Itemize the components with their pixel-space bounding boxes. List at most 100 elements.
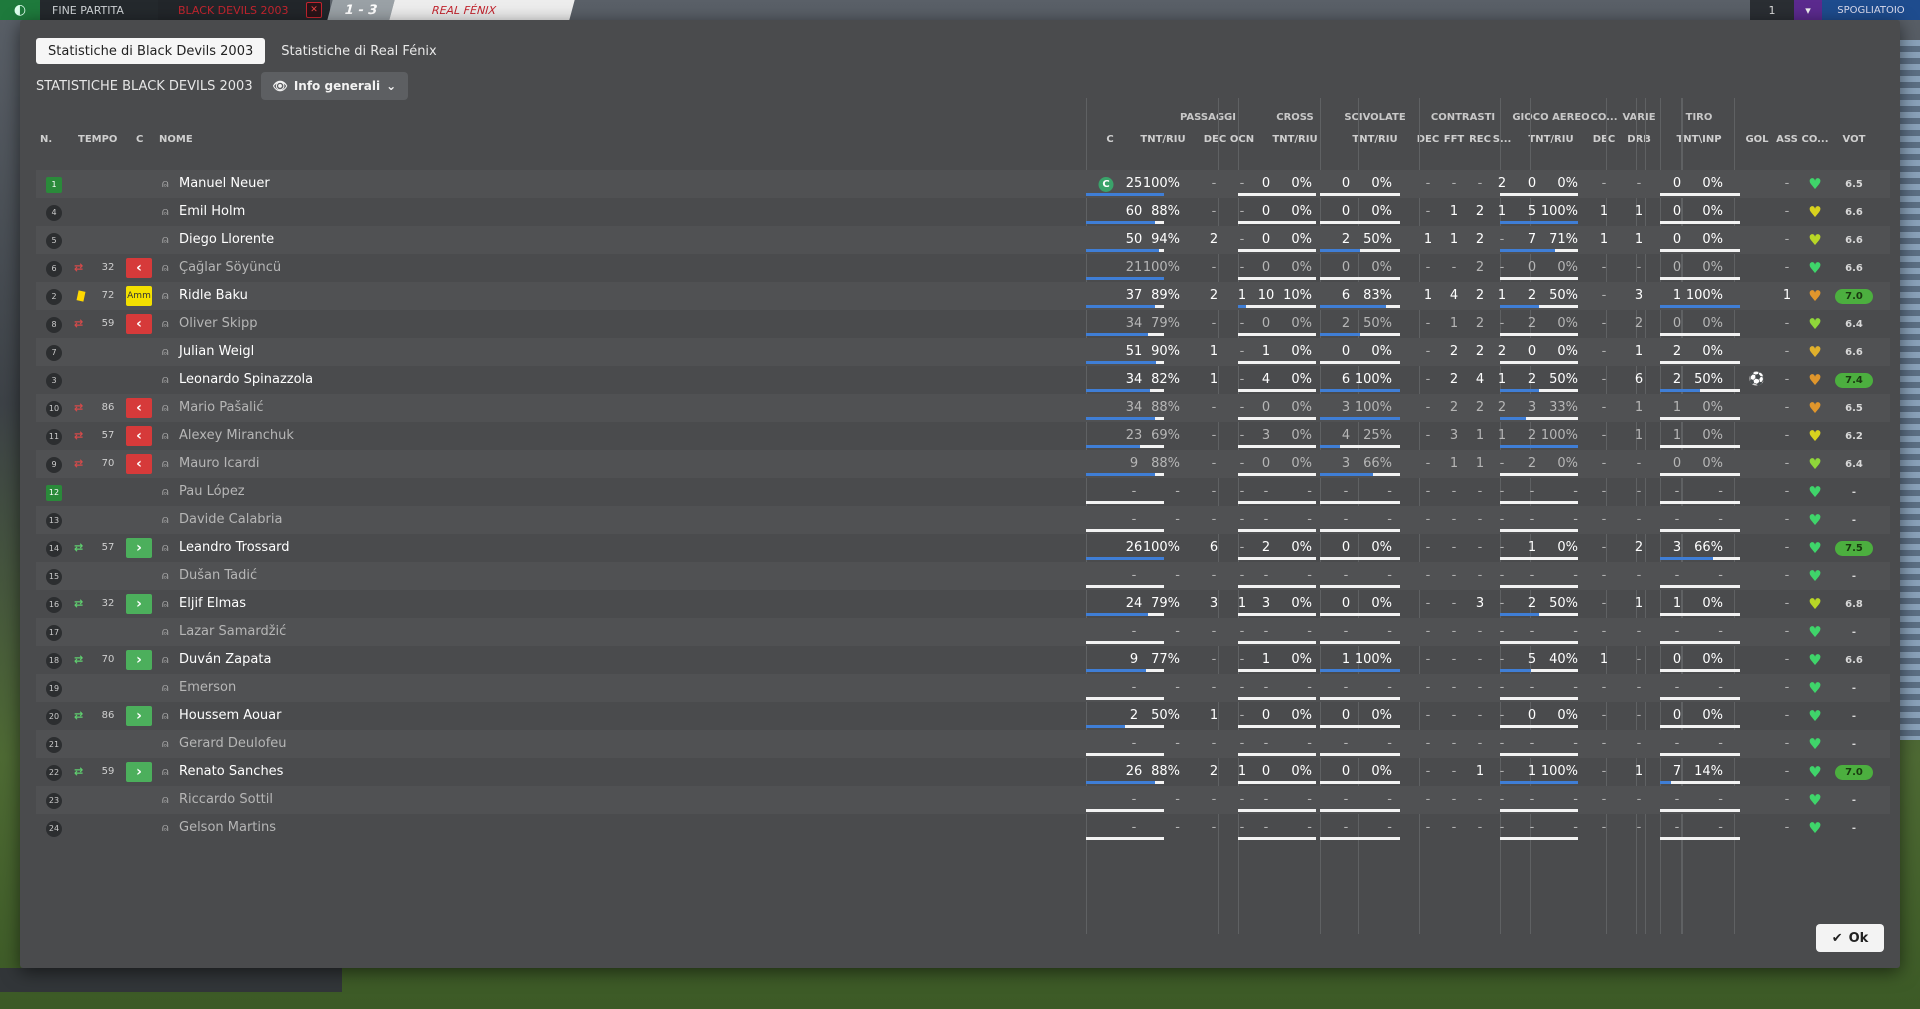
player-name[interactable]: Dušan Tadić <box>179 562 257 590</box>
player-name[interactable]: Emil Holm <box>179 198 245 226</box>
player-name[interactable]: Mauro Icardi <box>179 450 260 478</box>
player-name[interactable]: Leonardo Spinazzola <box>179 366 313 394</box>
player-name[interactable]: Eljif Elmas <box>179 590 246 618</box>
col-pass-tnt[interactable]: TNT/RIU <box>1140 134 1185 152</box>
tab-away-stats[interactable]: Statistiche di Real Fénix <box>269 38 449 64</box>
table-row[interactable]: 22 ⇄ 59 › ⍝ Renato Sanches 26 88% 2 1 0 0% 0 0% - -1-1 1… <box>36 758 1890 786</box>
player-name[interactable]: Leandro Trossard <box>179 534 290 562</box>
table-row[interactable]: 18 ⇄ 70 › ⍝ Duván Zapata 9 77% - -1 0% 1 100% - - - -5 40… <box>36 646 1890 674</box>
player-name[interactable]: Alexey Miranchuk <box>179 422 294 450</box>
app-logo-icon[interactable]: ◐ <box>0 0 40 20</box>
player-name[interactable]: Davide Calabria <box>179 506 282 534</box>
player-name[interactable]: Gerard Deulofeu <box>179 730 287 758</box>
duels-key: - <box>1425 400 1431 415</box>
view-dropdown[interactable]: 👁 Info generali ⌄ <box>260 72 409 100</box>
col-co-dec[interactable]: DEC <box>1593 134 1615 152</box>
player-name[interactable]: Diego Llorente <box>179 226 274 254</box>
table-row[interactable]: 20 ⇄ 86 › ⍝ Houssem Aouar 2 50% 1-0 0% 0 0% - - - -0 0% -… <box>36 702 1890 730</box>
dribbles: 1 <box>1634 764 1644 779</box>
player-name[interactable]: Manuel Neuer <box>179 170 270 198</box>
ok-button[interactable]: ✔ Ok <box>1816 924 1884 952</box>
player-name[interactable]: Lazar Samardžić <box>179 618 286 646</box>
col-drb[interactable]: DRB <box>1627 134 1651 152</box>
table-row[interactable]: 19 ⍝ Emerson - - - - - - - - - - - - - - - - - - - ♥ - <box>36 674 1890 702</box>
col-air-tnt[interactable]: TNT/RIU <box>1528 134 1573 152</box>
player-name[interactable]: Ridle Baku <box>179 282 248 310</box>
player-name[interactable]: Mario Pašalić <box>179 394 264 422</box>
crosses-bar <box>1238 193 1316 196</box>
col-con-dec[interactable]: DEC <box>1417 134 1439 152</box>
table-row[interactable]: 5 ⍝ Diego Llorente 50 94% 2-0 0% 2 50% 1 1 2-7 71% 1 1… <box>36 226 1890 254</box>
dressing-room-button[interactable]: SPOGLIATOIO <box>1822 0 1920 20</box>
player-name[interactable]: Pau López <box>179 478 245 506</box>
table-row[interactable]: 17 ⍝ Lazar Samardžić - - - - - - - - - - - - - - - - - - - ♥ - <box>36 618 1890 646</box>
shots-bar <box>1660 697 1740 700</box>
table-row[interactable]: 8 ⇄ 59 ‹ ⍝ Oliver Skipp 34 79% - -0 0% 2 50% -1 2-2 0% -… <box>36 310 1890 338</box>
tab-home-stats[interactable]: Statistiche di Black Devils 2003 <box>36 38 266 64</box>
col-gol[interactable]: GOL <box>1745 134 1768 152</box>
col-con-s[interactable]: S... <box>1493 134 1512 152</box>
table-row[interactable]: 3 ⍝ Leonardo Spinazzola 34 82% 1-4 0% 6 100% -2 4 1… <box>36 366 1890 394</box>
table-row[interactable]: 11 ⇄ 57 ‹ ⍝ Alexey Miranchuk 23 69% - -3 0% 4 25% -3 1… <box>36 422 1890 450</box>
player-name[interactable]: Emerson <box>179 674 236 702</box>
col-pass-ocn[interactable]: OCN <box>1230 134 1254 152</box>
col-n[interactable]: N. <box>40 134 52 152</box>
notification-count[interactable]: 1 <box>1750 0 1794 20</box>
player-name[interactable]: Renato Sanches <box>179 758 283 786</box>
shots-bar <box>1660 669 1740 672</box>
col-condition[interactable]: CO... <box>1801 134 1828 152</box>
player-name[interactable]: Duván Zapata <box>179 646 271 674</box>
table-row[interactable]: 14 ⇄ 57 › ⍝ Leandro Trossard 26 100% 6-2 0% 0 0% - - -… <box>36 534 1890 562</box>
player-name[interactable]: Oliver Skipp <box>179 310 258 338</box>
tackles-bar-fill <box>1320 473 1373 476</box>
flag-icon[interactable]: ▾ <box>1794 0 1822 20</box>
recoveries: 2 <box>1475 400 1485 415</box>
table-row[interactable]: 12 ⍝ Pau López - - - - - - - - - - - - - - - - - - - ♥ - <box>36 478 1890 506</box>
table-row[interactable]: 23 ⍝ Riccardo Sottil - - - - - - - - - - - - - - - - - - - ♥ - <box>36 786 1890 814</box>
player-name[interactable]: Gelson Martins <box>179 814 276 842</box>
table-row[interactable]: 24 ⍝ Gelson Martins - - - - - - - - - - - - - - - - - - - ♥ - <box>36 814 1890 842</box>
player-name[interactable]: Çağlar Söyüncü <box>179 254 281 282</box>
player-name[interactable]: Houssem Aouar <box>179 702 281 730</box>
table-row[interactable]: 1 ⍝ Manuel Neuer C 25 100% - -0 0% 0 0% - - -2 0 0% - -0 0… <box>36 170 1890 198</box>
table-row[interactable]: 2 72 Amm ⍝ Ridle Baku 37 89% 2 1 10 10% 6 83% 1 4 2 1 2 50… <box>36 282 1890 310</box>
table-row[interactable]: 6 ⇄ 32 ‹ ⍝ Çağlar Söyüncü 21 100% - -0 0% 0 0% - -2-0 0… <box>36 254 1890 282</box>
sub-off-icon: ⇄ <box>74 429 84 442</box>
table-row[interactable]: 13 ⍝ Davide Calabria - - - - - - - - - - - - - - - - - - - ♥ - <box>36 506 1890 534</box>
col-con-fft[interactable]: FFT <box>1444 134 1464 152</box>
col-con-rec[interactable]: REC <box>1469 134 1491 152</box>
co-key: 1 <box>1599 232 1609 247</box>
player-name[interactable]: Riccardo Sottil <box>179 786 273 814</box>
table-row[interactable]: 21 ⍝ Gerard Deulofeu - - - - - - - - - - - - - - - - - - - ♥ - <box>36 730 1890 758</box>
co-key: - <box>1601 484 1607 499</box>
col-tiro-tnt[interactable]: TNT\INP <box>1676 134 1721 152</box>
col-pass-dec[interactable]: DEC <box>1204 134 1226 152</box>
col-c[interactable]: C <box>136 134 143 152</box>
dribbles: - <box>1636 736 1642 751</box>
player-name[interactable]: Julian Weigl <box>179 338 254 366</box>
col-nome[interactable]: NOME <box>159 134 193 152</box>
col-vot[interactable]: VOT <box>1843 134 1866 152</box>
minute-label: 57 <box>101 430 115 441</box>
col-ass[interactable]: ASS <box>1776 134 1798 152</box>
col-captain[interactable]: C <box>1106 134 1113 152</box>
table-row[interactable]: 16 ⇄ 32 › ⍝ Eljif Elmas 24 79% 3 1 3 0% 0 0% - -3-2 50% -… <box>36 590 1890 618</box>
condition-heart-icon: ♥ <box>1808 791 1822 809</box>
shots-bar-fill <box>1660 781 1672 784</box>
col-tempo[interactable]: TEMPO <box>78 134 117 152</box>
rating-badge: - <box>1851 795 1857 806</box>
tackles-bar <box>1320 809 1400 812</box>
table-row[interactable]: 4 ⍝ Emil Holm 60 88% - -0 0% 0 0% -1 2 1 5 100% 1 1 0 0% - ♥… <box>36 198 1890 226</box>
assists: - <box>1784 428 1790 443</box>
table-row[interactable]: 10 ⇄ 86 ‹ ⍝ Mario Pašalić 34 88% - -0 0% 3 100% -2 2 2 3… <box>36 394 1890 422</box>
col-sciv-tnt[interactable]: TNT/RIU <box>1352 134 1397 152</box>
table-row[interactable]: 7 ⍝ Julian Weigl 51 90% 1-1 0% 0 0% -2 2 2 0 0% -1 2 0% -… <box>36 338 1890 366</box>
home-crest-icon: ✕ <box>306 2 322 18</box>
headers-bar <box>1500 473 1578 476</box>
table-row[interactable]: 9 ⇄ 70 ‹ ⍝ Mauro Icardi 9 88% - -0 0% 3 66% -1 1-2 0% - -… <box>36 450 1890 478</box>
col-cross-tnt[interactable]: TNT/RIU <box>1272 134 1317 152</box>
rating-badge: - <box>1851 739 1857 750</box>
table-row[interactable]: 15 ⍝ Dušan Tadić - - - - - - - - - - - - - - - - - - - ♥ - <box>36 562 1890 590</box>
shots-bar <box>1660 641 1740 644</box>
person-icon: ⍝ <box>162 233 169 246</box>
